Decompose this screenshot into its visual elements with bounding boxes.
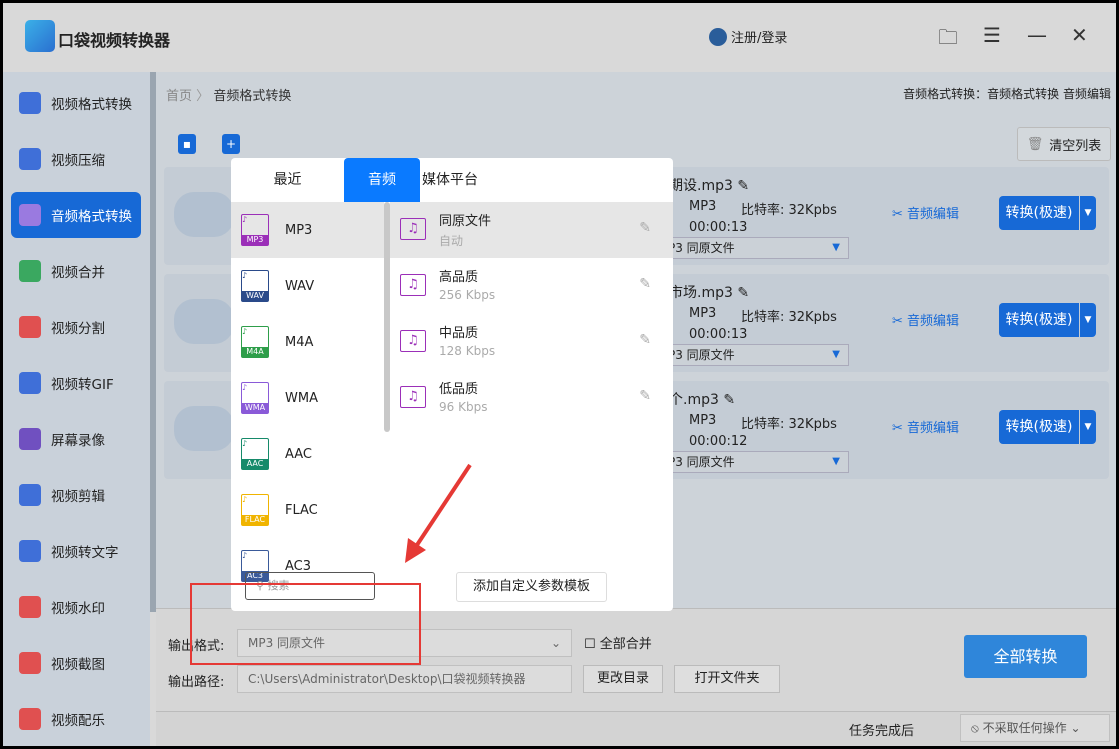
arrow-annotation — [405, 463, 472, 563]
